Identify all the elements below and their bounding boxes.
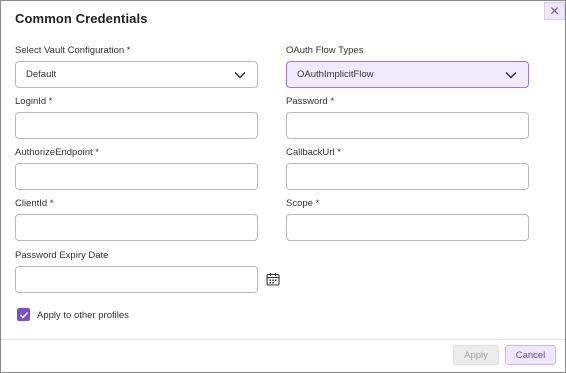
password-expiry-input[interactable] xyxy=(15,266,258,293)
oauth-flow-value: OAuthImplicitFlow xyxy=(297,69,374,80)
apply-button[interactable]: Apply xyxy=(453,345,499,365)
callback-url-label: CallbackUrl * xyxy=(286,147,341,158)
footer-divider xyxy=(1,339,565,340)
vault-config-value: Default xyxy=(26,69,57,80)
password-input[interactable] xyxy=(286,112,529,139)
login-id-input[interactable] xyxy=(15,112,258,139)
scope-label: Scope * xyxy=(286,198,320,209)
apply-profiles-label: Apply to other profiles xyxy=(37,310,129,321)
chevron-down-icon xyxy=(234,71,246,79)
oauth-flow-label: OAuth Flow Types xyxy=(286,45,364,56)
password-expiry-label: Password Expiry Date xyxy=(15,250,109,261)
client-id-input[interactable] xyxy=(15,214,258,241)
client-id-label: ClientId * xyxy=(15,198,54,209)
common-credentials-dialog: Common Credentials ✕ Select Vault Config… xyxy=(0,0,566,373)
vault-config-select[interactable]: Default xyxy=(15,61,258,88)
scope-input[interactable] xyxy=(286,214,529,241)
login-id-label: LoginId * xyxy=(15,96,53,107)
authorize-endpoint-label: AuthorizeEndpoint * xyxy=(15,147,99,158)
calendar-icon[interactable] xyxy=(266,272,280,286)
callback-url-input[interactable] xyxy=(286,163,529,190)
close-icon: ✕ xyxy=(549,4,560,18)
check-icon xyxy=(19,311,28,319)
cancel-button[interactable]: Cancel xyxy=(505,345,556,365)
close-button[interactable]: ✕ xyxy=(544,2,565,20)
chevron-down-icon xyxy=(505,71,517,79)
authorize-endpoint-input[interactable] xyxy=(15,163,258,190)
oauth-flow-select[interactable]: OAuthImplicitFlow xyxy=(286,61,529,88)
dialog-title: Common Credentials xyxy=(15,11,148,26)
password-label: Password * xyxy=(286,96,335,107)
apply-profiles-checkbox[interactable] xyxy=(17,308,30,321)
vault-config-label: Select Vault Configuration * xyxy=(15,45,131,56)
